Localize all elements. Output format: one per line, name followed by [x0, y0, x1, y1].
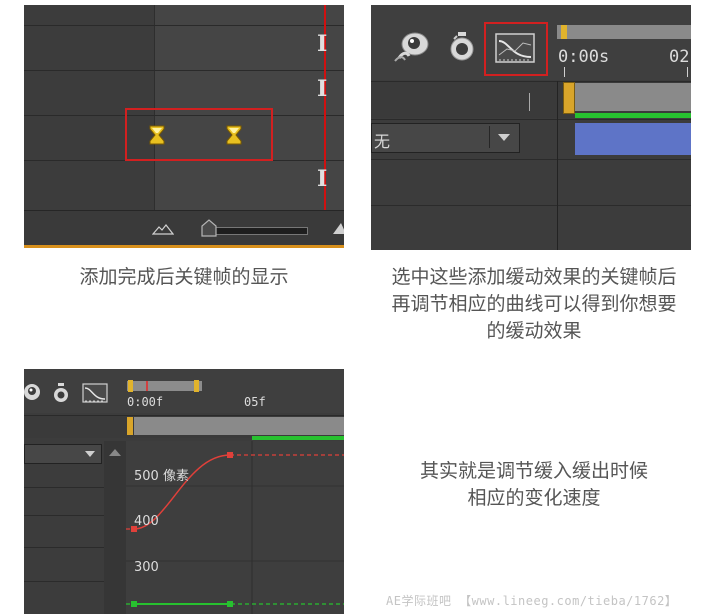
- parent-dropdown-value: 无: [374, 132, 391, 151]
- timeline-toolbar: [24, 369, 344, 413]
- parent-dropdown[interactable]: [24, 444, 102, 464]
- ruler-tick: [687, 67, 688, 77]
- stopwatch-icon[interactable]: [448, 31, 476, 63]
- time-ruler-start: 0:00s: [558, 47, 610, 67]
- track-row-divider: [24, 25, 344, 26]
- work-area-end-handle[interactable]: [194, 380, 199, 392]
- zoom-slider-track[interactable]: [204, 227, 308, 235]
- motion-blur-icon[interactable]: [393, 30, 431, 64]
- time-ruler-start: 0:00f: [127, 395, 164, 409]
- row-divider: [371, 205, 691, 206]
- timeline-graph-toggle-panel: 0:00s 02 无: [371, 5, 691, 250]
- watermark: AE学际班吧 【www.lineeg.com/tieba/1762】: [386, 594, 678, 608]
- value-label-400: 400: [134, 514, 159, 529]
- panel-focus-border: [24, 245, 344, 248]
- timeline-column-separator: [557, 81, 558, 250]
- value-graph-area[interactable]: 500 像素 400 300: [126, 441, 344, 614]
- value-label-500: 500 像素: [134, 469, 189, 484]
- keyframe-ibeam-icon[interactable]: I: [317, 166, 327, 192]
- mountain-zoom-out-icon[interactable]: [152, 223, 174, 235]
- time-ruler-next: 02: [669, 47, 690, 67]
- parent-dropdown[interactable]: 无: [371, 123, 520, 153]
- layer-duration-bar[interactable]: [575, 83, 691, 111]
- work-area-start-handle[interactable]: [561, 25, 567, 39]
- row-divider: [24, 547, 104, 548]
- zoom-slider-thumb[interactable]: [201, 219, 217, 237]
- caption-panel2: 选中这些添加缓动效果的关键帧后 再调节相应的曲线可以得到你想要 的缓动效果: [391, 266, 677, 342]
- layer-duration-bar[interactable]: [134, 417, 344, 435]
- keyframe-ibeam-icon[interactable]: I: [317, 76, 327, 102]
- current-time-handle[interactable]: [563, 82, 575, 114]
- graph-editor-panel: 0:00f 05f 500 像素 400 300: [24, 369, 344, 614]
- work-area-indicator: [252, 436, 344, 440]
- column-divider: [529, 93, 530, 111]
- graph-editor-icon[interactable]: [82, 383, 108, 403]
- work-area-bar[interactable]: [127, 381, 202, 391]
- value-label-300: 300: [134, 560, 159, 575]
- current-time-marker: [146, 381, 148, 391]
- caption-panel3: 其实就是调节缓入缓出时候 相应的变化速度: [419, 460, 648, 509]
- work-area-bar[interactable]: [557, 25, 691, 39]
- stopwatch-icon[interactable]: [52, 383, 70, 403]
- caption-panel1: 添加完成后关键帧的显示: [79, 266, 289, 288]
- layer-list-pane: [24, 441, 104, 614]
- work-area-start-handle[interactable]: [128, 380, 133, 392]
- keyframe-ibeam-icon[interactable]: I: [317, 31, 327, 57]
- layer-bar[interactable]: [575, 123, 691, 155]
- row-divider: [24, 487, 104, 488]
- track-row-divider: [24, 70, 344, 71]
- motion-blur-icon[interactable]: [24, 383, 42, 401]
- keyframe-selection-highlight: [125, 108, 273, 161]
- mountain-zoom-in-icon[interactable]: [332, 221, 344, 235]
- row-divider: [24, 515, 104, 516]
- work-area-indicator: [575, 113, 691, 118]
- time-ruler-next: 05f: [244, 395, 266, 409]
- ruler-tick: [564, 67, 565, 77]
- graph-editor-selection-highlight: [484, 22, 548, 76]
- current-time-handle[interactable]: [127, 417, 133, 435]
- graph-scrollbar[interactable]: [104, 441, 126, 614]
- timeline-keyframes-panel: I I I: [24, 5, 344, 248]
- row-divider: [24, 581, 104, 582]
- row-divider: [371, 159, 691, 160]
- chevron-down-icon[interactable]: [489, 126, 516, 148]
